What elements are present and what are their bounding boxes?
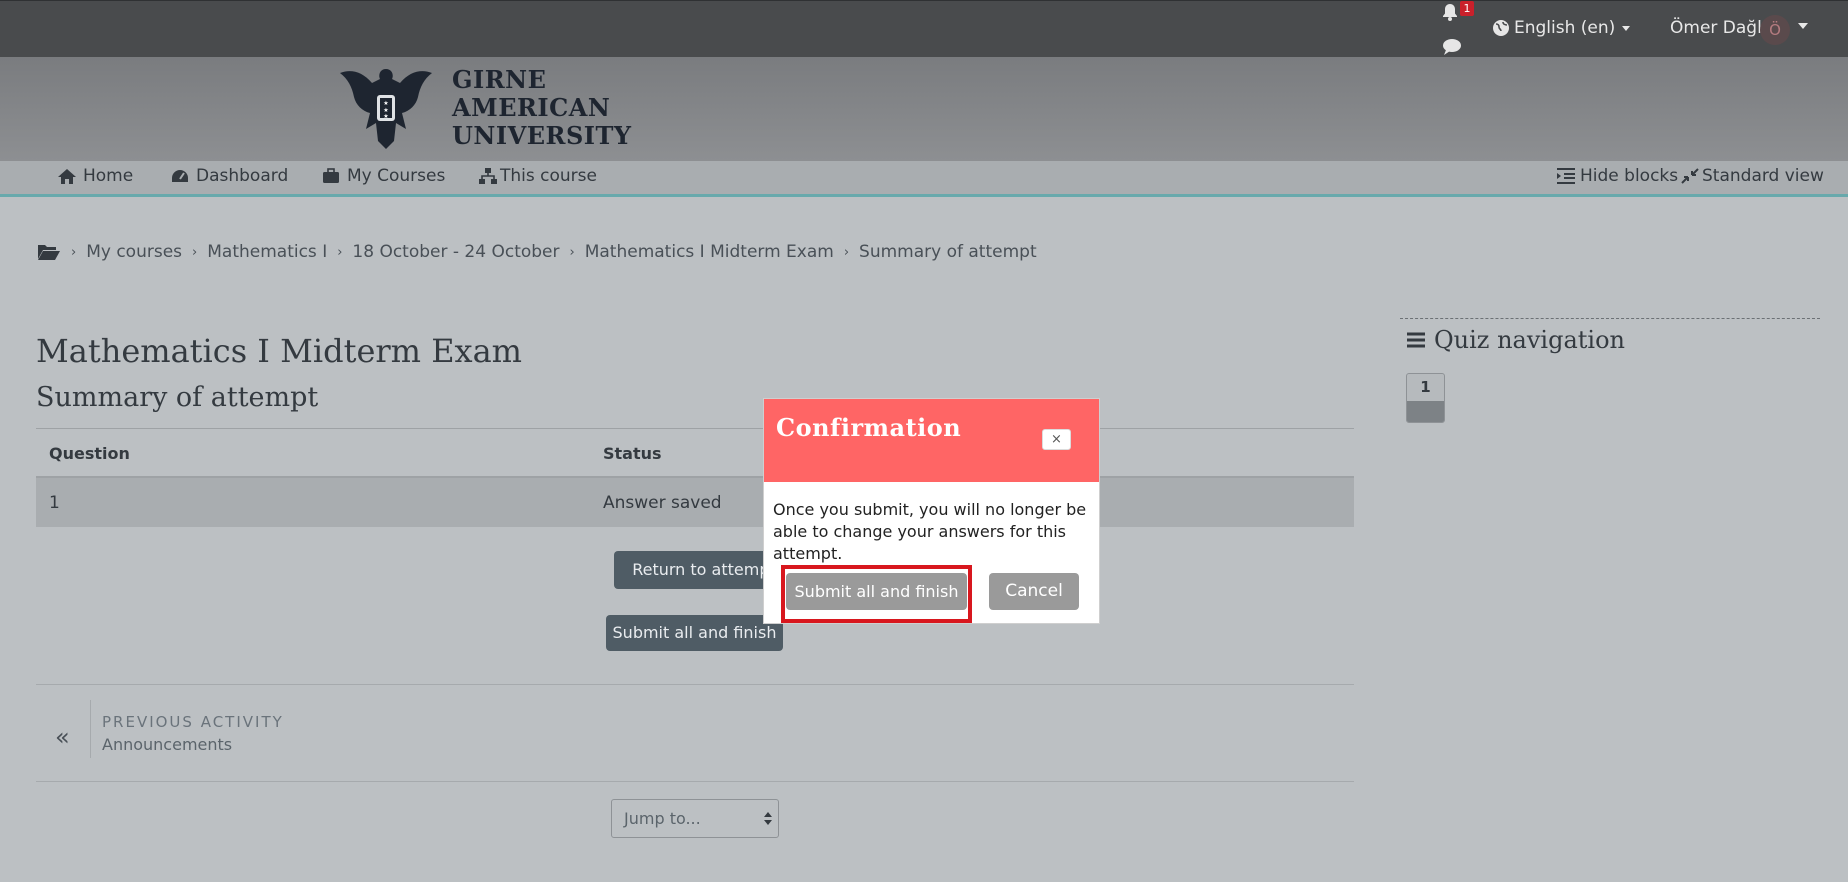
double-chevron-left-icon[interactable]: « bbox=[55, 723, 70, 751]
avatar[interactable]: Ö bbox=[1760, 15, 1790, 45]
confirm-submit-button[interactable]: Submit all and finish bbox=[786, 573, 967, 610]
dialog-message: Once you submit, you will no longer be a… bbox=[773, 500, 1087, 563]
divider bbox=[36, 684, 1354, 685]
dialog-title: Confirmation bbox=[776, 413, 962, 442]
breadcrumb: › My courses › Mathematics I › 18 Octobe… bbox=[37, 242, 1037, 262]
page-subtitle: Summary of attempt bbox=[36, 382, 319, 413]
jump-to-label: Jump to... bbox=[624, 809, 701, 828]
quiz-navigation-title: Quiz navigation bbox=[1406, 326, 1625, 354]
previous-activity-label[interactable]: PREVIOUS ACTIVITY bbox=[102, 713, 284, 731]
nav-dashboard[interactable]: Dashboard bbox=[170, 166, 288, 186]
table-row[interactable]: 1 Answer saved bbox=[36, 478, 1354, 527]
university-eagle-logo[interactable]: ★ ★ ★ bbox=[336, 57, 436, 157]
language-label: English (en) bbox=[1514, 18, 1616, 38]
previous-activity-link[interactable]: Announcements bbox=[102, 735, 232, 754]
svg-text:★: ★ bbox=[383, 100, 388, 107]
chevron-down-icon[interactable] bbox=[1798, 23, 1808, 29]
nav-home-label: Home bbox=[83, 166, 134, 186]
chevron-down-icon bbox=[1622, 25, 1631, 31]
breadcrumb-quiz[interactable]: Mathematics I Midterm Exam bbox=[585, 242, 834, 262]
breadcrumb-section[interactable]: 18 October - 24 October bbox=[352, 242, 559, 262]
top-navbar: 1 English (en) Ömer Dağlı Ö bbox=[0, 0, 1848, 57]
nav-dashboard-label: Dashboard bbox=[196, 166, 289, 186]
standard-view-label: Standard view bbox=[1702, 166, 1824, 186]
university-name[interactable]: GIRNE AMERICAN UNIVERSITY bbox=[452, 66, 632, 150]
quiz-question-button[interactable]: 1 bbox=[1406, 373, 1445, 423]
nav-this-course[interactable]: This course bbox=[478, 166, 597, 186]
briefcase-icon bbox=[323, 168, 339, 183]
logo-line-3: UNIVERSITY bbox=[452, 121, 632, 150]
bars-icon bbox=[1407, 332, 1425, 348]
breadcrumb-separator: › bbox=[337, 244, 343, 260]
breadcrumb-course[interactable]: Mathematics I bbox=[207, 242, 327, 262]
column-question: Question bbox=[49, 444, 130, 463]
compress-icon bbox=[1681, 168, 1699, 184]
user-name[interactable]: Ömer Dağlı bbox=[1670, 18, 1767, 38]
indent-icon bbox=[1557, 168, 1575, 184]
main-navigation: Home Dashboard My Courses This course Hi… bbox=[0, 161, 1848, 197]
jump-to-select[interactable]: Jump to... bbox=[611, 799, 779, 838]
sitemap-icon bbox=[479, 168, 497, 184]
svg-text:★: ★ bbox=[383, 113, 388, 120]
bell-icon[interactable] bbox=[1440, 2, 1460, 22]
column-status: Status bbox=[603, 444, 662, 463]
nav-this-course-label: This course bbox=[500, 166, 597, 186]
block-divider bbox=[1400, 318, 1820, 319]
chat-icon[interactable] bbox=[1441, 37, 1463, 57]
answered-indicator bbox=[1407, 401, 1444, 422]
hide-blocks-button[interactable]: Hide blocks bbox=[1556, 166, 1678, 186]
status-cell: Answer saved bbox=[603, 493, 722, 513]
cancel-button[interactable]: Cancel bbox=[989, 573, 1079, 610]
summary-table: Question Status 1 Answer saved bbox=[36, 428, 1354, 527]
dialog-header: Confirmation × bbox=[764, 399, 1099, 482]
dashboard-icon bbox=[172, 170, 188, 182]
table-header: Question Status bbox=[36, 428, 1354, 478]
breadcrumb-current: Summary of attempt bbox=[859, 242, 1037, 262]
standard-view-button[interactable]: Standard view bbox=[1680, 166, 1824, 186]
language-menu[interactable]: English (en) bbox=[1492, 18, 1631, 38]
hide-blocks-label: Hide blocks bbox=[1580, 166, 1679, 186]
question-number-cell[interactable]: 1 bbox=[49, 493, 60, 513]
breadcrumb-separator: › bbox=[192, 244, 198, 260]
breadcrumb-separator: › bbox=[71, 244, 77, 260]
globe-icon bbox=[1493, 20, 1509, 36]
submit-all-button[interactable]: Submit all and finish bbox=[606, 615, 783, 651]
breadcrumb-separator: › bbox=[569, 244, 575, 260]
nav-my-courses[interactable]: My Courses bbox=[321, 166, 445, 186]
quiz-navigation-label: Quiz navigation bbox=[1434, 326, 1625, 354]
divider bbox=[36, 781, 1354, 782]
confirmation-dialog: Confirmation × Once you submit, you will… bbox=[763, 398, 1100, 624]
divider bbox=[90, 700, 91, 758]
logo-line-2: AMERICAN bbox=[452, 93, 611, 122]
notification-badge: 1 bbox=[1460, 1, 1474, 16]
close-button[interactable]: × bbox=[1042, 429, 1071, 450]
breadcrumb-my-courses[interactable]: My courses bbox=[86, 242, 182, 262]
question-number: 1 bbox=[1420, 378, 1431, 396]
home-icon bbox=[58, 169, 76, 184]
nav-my-courses-label: My Courses bbox=[347, 166, 446, 186]
logo-line-1: GIRNE bbox=[452, 65, 547, 94]
nav-home[interactable]: Home bbox=[57, 166, 133, 186]
folder-open-icon[interactable] bbox=[37, 242, 61, 262]
site-header bbox=[0, 57, 1848, 161]
page-title: Mathematics I Midterm Exam bbox=[36, 332, 523, 370]
breadcrumb-separator: › bbox=[843, 244, 850, 260]
